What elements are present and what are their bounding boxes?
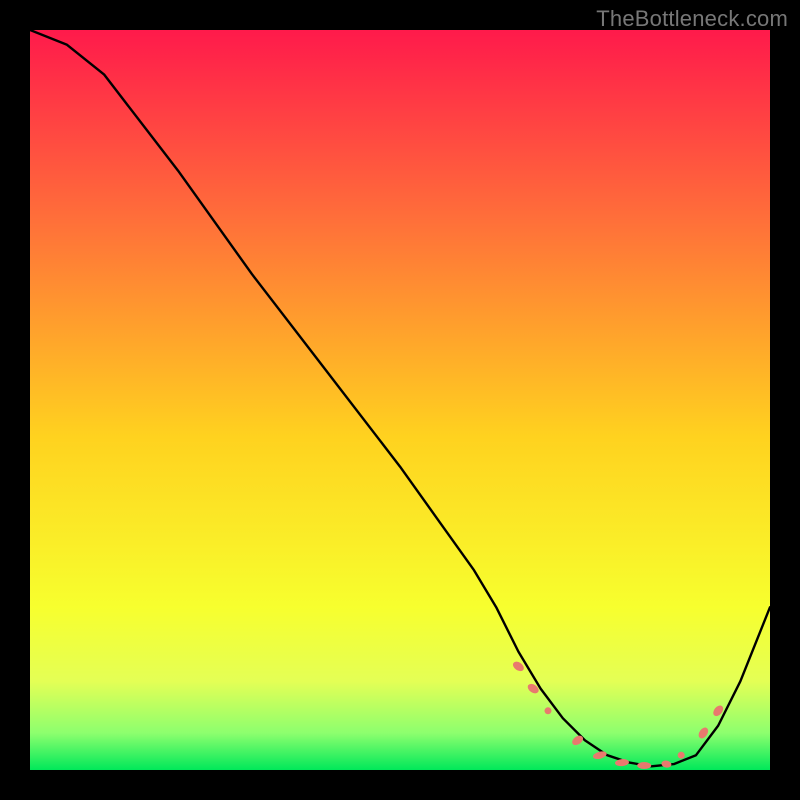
highlight-dot xyxy=(678,752,685,759)
watermark-text: TheBottleneck.com xyxy=(596,6,788,32)
chart-frame: TheBottleneck.com xyxy=(0,0,800,800)
plot-background xyxy=(30,30,770,770)
bottleneck-chart xyxy=(30,30,770,770)
highlight-dot xyxy=(545,707,552,714)
highlight-dot xyxy=(637,762,651,769)
